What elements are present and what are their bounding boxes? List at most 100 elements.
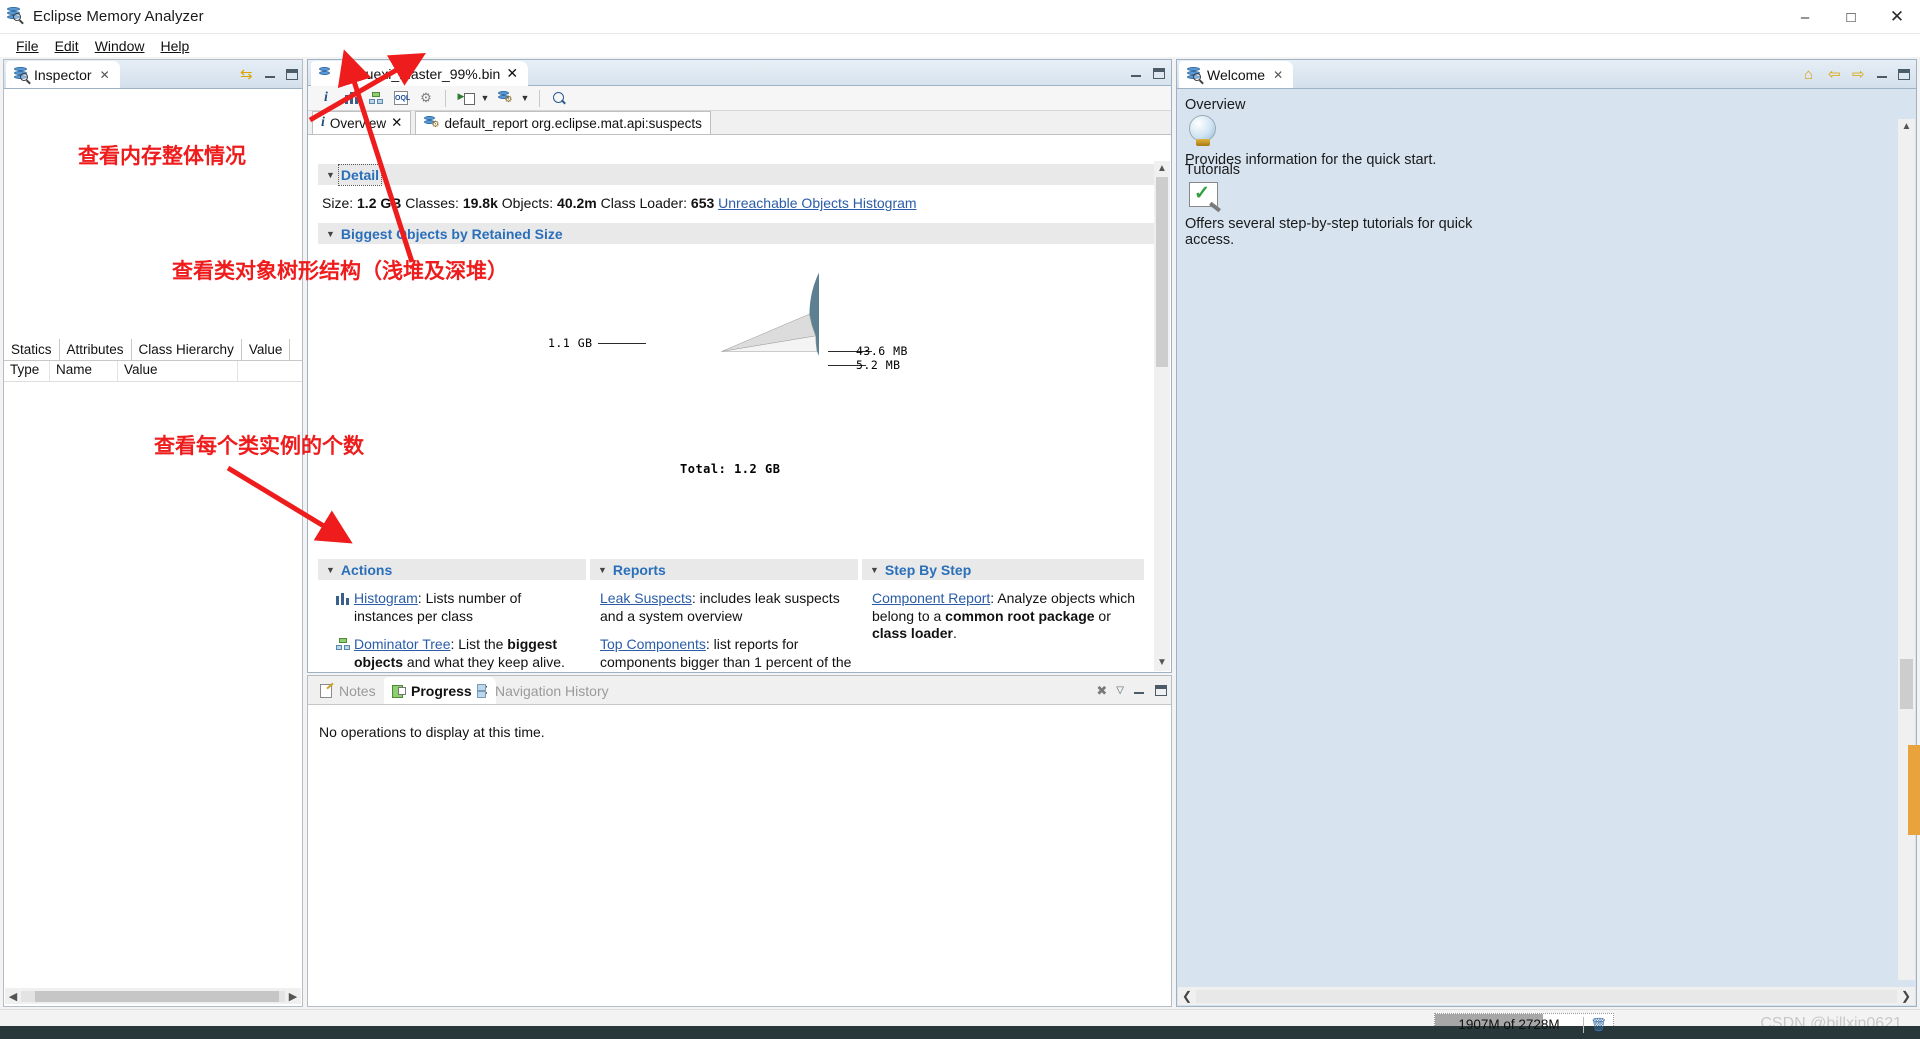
pie-chart-svg[interactable] [624,254,819,449]
welcome-vertical-scrollbar[interactable]: ▲ [1898,119,1915,980]
leak-suspects-link[interactable]: Leak Suspects [600,590,692,606]
menu-file-label: File [16,37,39,54]
column-header-name[interactable]: Name [50,361,118,381]
tab-class-hierarchy[interactable]: Class Hierarchy [132,339,242,360]
component-report-bold-2: class loader [872,625,953,641]
maximize-icon[interactable] [1898,69,1910,80]
close-icon[interactable]: ✕ [391,115,402,131]
tab-notes-label: Notes [339,682,376,699]
dominator-tree-button[interactable] [365,88,387,109]
tab-navigation-history[interactable]: Navigation History [468,677,617,704]
scroll-left-icon[interactable]: ❮ [1178,989,1196,1003]
oql-button[interactable]: OQL [390,88,412,109]
view-tab-welcome[interactable]: Welcome ✕ [1179,61,1294,88]
column-header-type[interactable]: Type [4,361,50,381]
biggest-objects-section-header[interactable]: ▼ Biggest Objects by Retained Size [318,223,1159,244]
menu-window-label: Window [94,37,145,54]
close-window-button[interactable]: ✕ [1874,0,1920,34]
minimize-icon[interactable] [264,68,277,81]
dominator-tree-link[interactable]: Dominator Tree [354,636,450,652]
welcome-horizontal-scrollbar[interactable]: ❮ ❯ [1178,987,1915,1005]
heap-dump-icon [319,66,334,81]
collapse-icon[interactable]: ▼ [326,229,335,239]
maximize-window-button[interactable]: □ [1828,0,1874,34]
scroll-up-icon[interactable]: ▲ [1154,161,1170,177]
menu-file[interactable]: File [8,36,47,56]
home-icon[interactable]: ⌂ [1804,67,1819,82]
component-report-desc-3: . [952,625,957,641]
menu-window[interactable]: Window [87,36,153,56]
top-components-link[interactable]: Top Components [600,636,706,652]
maximize-icon[interactable] [1155,685,1167,696]
tab-value[interactable]: Value [242,339,291,360]
component-report-link[interactable]: Component Report [872,590,990,606]
detail-section-header[interactable]: ▼ Detail [318,163,1159,186]
trash-icon[interactable]: 🗑 [1583,1016,1613,1033]
bottom-strip [0,1026,1920,1039]
scrollbar-thumb[interactable] [35,990,279,1002]
chevron-down-icon[interactable]: ▼ [519,93,531,103]
scrollbar-track[interactable] [21,990,285,1002]
pie-label-slice-3: 5.2 MB [856,358,901,372]
unreachable-objects-histogram-link[interactable]: Unreachable Objects Histogram [718,195,916,211]
globe-icon[interactable] [1189,115,1216,146]
collapse-icon[interactable]: ▼ [598,565,607,575]
inspector-horizontal-scrollbar[interactable]: ◀ ▶ [5,988,301,1004]
close-icon[interactable]: ✕ [1273,68,1283,82]
collapse-icon[interactable]: ▼ [326,565,335,575]
menu-edit[interactable]: Edit [47,36,87,56]
cancel-operation-icon[interactable]: ✖ [1096,683,1107,699]
minimize-icon[interactable] [1130,67,1143,80]
minimize-icon[interactable] [1133,684,1146,697]
scrollbar-thumb[interactable] [1900,659,1913,709]
minimize-window-button[interactable]: – [1782,0,1828,34]
histogram-icon [336,592,349,610]
scroll-right-icon[interactable]: ❯ [1897,989,1915,1003]
tab-default-report[interactable]: ⚙ default_report org.eclipse.mat.api:sus… [415,111,711,134]
pin-icon[interactable]: ⇆ [240,67,255,82]
overview-info-button[interactable]: i [315,88,337,109]
welcome-tab-bar: Welcome ✕ ⌂ ⇦ ⇨ [1177,60,1916,89]
scrollbar-thumb[interactable] [1156,177,1168,367]
tab-overview[interactable]: i Overview ✕ [312,111,412,134]
histogram-link[interactable]: Histogram [354,590,418,606]
query-browser-button[interactable]: ⚙ [494,88,516,109]
tab-statics[interactable]: Statics [4,339,60,360]
back-icon[interactable]: ⇦ [1828,67,1843,82]
inspector-body: Statics Attributes Class Hierarchy Value… [4,89,302,1006]
calculate-retained-size-button[interactable]: ⚙ [415,88,437,109]
minimize-icon[interactable] [1876,68,1889,81]
close-icon[interactable]: ✕ [100,68,110,82]
menu-help[interactable]: Help [152,36,197,56]
maximize-icon[interactable] [286,69,298,80]
tab-attributes[interactable]: Attributes [60,339,132,360]
view-menu-icon[interactable]: ▽ [1116,685,1124,696]
editor-vertical-scrollbar[interactable]: ▲ ▼ [1154,161,1170,671]
toolbar-separator [539,89,540,107]
run-expert-system-test-button[interactable] [454,88,476,109]
find-button[interactable] [548,88,570,109]
chevron-down-icon[interactable]: ▼ [479,93,491,103]
scrollbar-track[interactable] [1196,989,1897,1003]
editor-tab-heapdump[interactable]: huixuexi_master_99%.bin ✕ [311,61,529,86]
scroll-right-icon[interactable]: ▶ [285,990,301,1003]
close-icon[interactable]: ✕ [506,65,518,82]
tab-notes[interactable]: Notes [312,677,384,704]
tutorial-icon[interactable] [1189,182,1218,207]
actions-section-header[interactable]: ▼ Actions [318,559,586,580]
scrollbar-track[interactable] [1154,177,1170,655]
collapse-icon[interactable]: ▼ [326,170,335,180]
collapse-icon[interactable]: ▼ [870,565,879,575]
view-tab-inspector[interactable]: Inspector ✕ [6,61,120,88]
stat-objects-label: Objects: [501,195,554,211]
scroll-left-icon[interactable]: ◀ [5,990,21,1003]
column-header-value[interactable]: Value [118,361,238,381]
scroll-up-icon[interactable]: ▲ [1898,119,1915,135]
maximize-icon[interactable] [1153,67,1165,79]
step-by-step-section-header[interactable]: ▼ Step By Step [862,559,1144,580]
scroll-down-icon[interactable]: ▼ [1154,655,1170,671]
histogram-button[interactable] [340,88,362,109]
reports-section-header[interactable]: ▼ Reports [590,559,858,580]
forward-icon[interactable]: ⇨ [1852,67,1867,82]
retained-size-pie-chart[interactable]: 1.1 GB 43.6 MB 5.2 MB Total: 1.2 GB [308,250,1171,550]
